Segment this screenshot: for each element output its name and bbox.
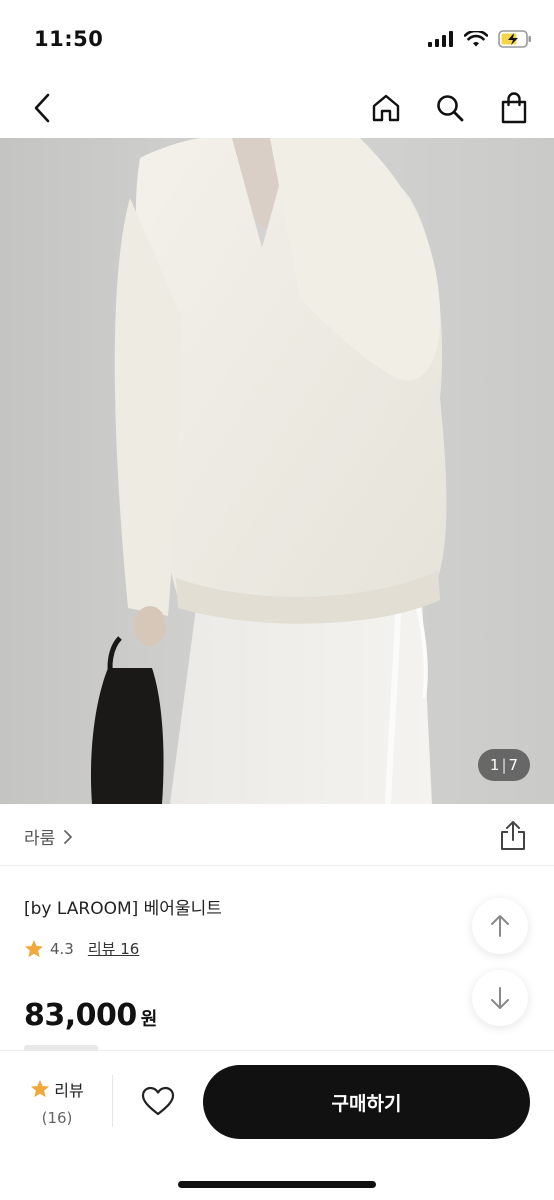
bottom-review-label: 리뷰: [54, 1081, 84, 1100]
review-count-link[interactable]: 리뷰 16: [88, 938, 139, 959]
status-time: 11:50: [34, 27, 104, 51]
chevron-right-icon: [64, 829, 73, 844]
home-indicator: [178, 1181, 376, 1188]
share-button[interactable]: [498, 820, 528, 852]
bottom-review-count: (16): [41, 1109, 73, 1127]
wifi-icon: [464, 30, 488, 46]
cart-button[interactable]: [496, 88, 532, 128]
shopping-bag-icon: [501, 92, 527, 124]
battery-charging-icon: [498, 30, 531, 48]
divider: [112, 1075, 113, 1127]
brand-name: 라룸: [24, 829, 56, 849]
scroll-up-button[interactable]: [472, 898, 528, 954]
scroll-down-button[interactable]: [472, 970, 528, 1026]
status-icons: [428, 30, 532, 48]
back-button[interactable]: [24, 88, 60, 128]
image-counter-total: 7: [508, 756, 519, 774]
rating-row: 4.3 리뷰 16: [24, 938, 139, 959]
search-button[interactable]: [432, 88, 468, 128]
home-button[interactable]: [368, 88, 404, 128]
rating-value: 4.3: [50, 939, 74, 958]
product-title: [by LAROOM] 베어울니트: [24, 899, 222, 919]
back-icon: [34, 93, 50, 123]
star-icon: [31, 1080, 50, 1098]
price-row: 83,000 원: [24, 998, 157, 1033]
heart-icon: [141, 1086, 175, 1116]
product-image-carousel[interactable]: 1 | 7: [0, 138, 554, 804]
arrow-down-icon: [491, 987, 509, 1009]
image-counter-separator: |: [501, 756, 507, 774]
image-counter: 1 | 7: [478, 749, 530, 781]
status-bar: 11:50: [0, 0, 554, 80]
brand-link[interactable]: 라룸: [24, 824, 73, 849]
nav-actions: [368, 88, 532, 128]
price-unit: 원: [140, 1009, 158, 1030]
wishlist-button[interactable]: [138, 1081, 178, 1121]
arrow-up-icon: [491, 915, 509, 937]
image-counter-current: 1: [489, 756, 500, 774]
home-icon: [372, 94, 400, 122]
section-tab-indicator: [24, 1045, 98, 1051]
cellular-signal-icon: [428, 31, 453, 47]
top-navigation: [0, 80, 554, 138]
bottom-purchase-bar: 리뷰 (16) 구매하기: [0, 1045, 554, 1200]
bottom-review-button[interactable]: 리뷰 (16): [22, 1077, 92, 1127]
buy-button[interactable]: 구매하기: [203, 1065, 530, 1139]
price-amount: 83,000: [24, 998, 137, 1033]
share-icon: [501, 821, 525, 850]
search-icon: [437, 95, 464, 122]
star-icon: [25, 939, 43, 957]
product-photo: [0, 138, 554, 804]
brand-row: 라룸: [0, 804, 554, 866]
